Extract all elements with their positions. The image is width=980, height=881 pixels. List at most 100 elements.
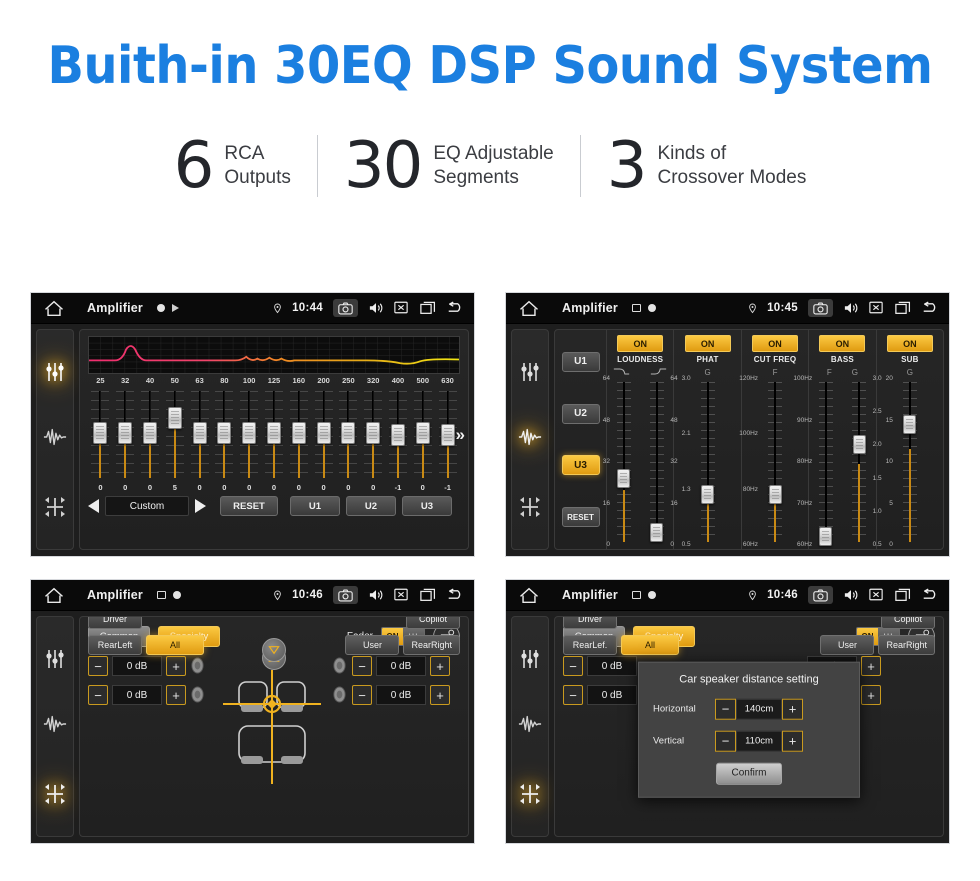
eq-band-slider[interactable]	[187, 387, 212, 482]
section-on-button[interactable]: ON	[684, 335, 731, 352]
eq-slider-bank[interactable]	[88, 387, 460, 482]
preset-all-button[interactable]: All	[146, 635, 204, 655]
plus-button[interactable]: +	[782, 730, 803, 752]
plus-button[interactable]: +	[430, 685, 450, 705]
balance-arrows-icon[interactable]	[43, 782, 67, 806]
eq-band-slider[interactable]	[286, 387, 311, 482]
plus-button[interactable]: +	[166, 685, 186, 705]
slider-knob[interactable]	[617, 468, 631, 488]
eq-band-slider[interactable]	[212, 387, 237, 482]
waveform-icon[interactable]	[43, 427, 67, 451]
preset-u1-button[interactable]: U1	[561, 351, 600, 372]
home-icon[interactable]	[518, 587, 540, 604]
balance-arrows-icon[interactable]	[43, 495, 67, 519]
triangle-left-icon[interactable]	[88, 499, 99, 513]
volume-icon[interactable]	[843, 301, 859, 315]
eq-slider-knob[interactable]	[118, 421, 133, 444]
eq-slider-knob[interactable]	[316, 421, 331, 444]
eq-slider-knob[interactable]	[142, 421, 157, 444]
eq-slider-knob[interactable]	[217, 421, 232, 444]
volume-icon[interactable]	[368, 301, 384, 315]
recent-apps-icon[interactable]	[895, 301, 911, 315]
chevron-double-right-icon[interactable]: »	[456, 426, 465, 443]
eq-band-slider[interactable]	[262, 387, 287, 482]
minus-button[interactable]: −	[88, 685, 108, 705]
reset-button[interactable]: RESET	[220, 496, 278, 516]
reset-button[interactable]: RESET	[561, 507, 600, 528]
eq-band-slider[interactable]	[361, 387, 386, 482]
close-icon[interactable]	[394, 301, 410, 315]
eq-slider-knob[interactable]	[93, 421, 108, 444]
volume-icon[interactable]	[843, 588, 859, 602]
eq-band-slider[interactable]	[386, 387, 411, 482]
slider-knob[interactable]	[819, 526, 833, 546]
eq-band-slider[interactable]	[410, 387, 435, 482]
eq-slider-knob[interactable]	[291, 421, 306, 444]
camera-icon[interactable]	[808, 299, 833, 317]
confirm-button[interactable]: Confirm	[716, 762, 782, 785]
balance-arrows-icon[interactable]	[518, 495, 542, 519]
close-icon[interactable]	[869, 301, 885, 315]
eq-slider-knob[interactable]	[390, 424, 405, 447]
balance-arrows-icon[interactable]	[518, 782, 542, 806]
preset-rearleft-button[interactable]: RearLeft	[88, 635, 142, 655]
eq-preset-name[interactable]: Custom	[105, 496, 189, 516]
preset-copilot-button[interactable]: Copilot	[406, 617, 460, 629]
back-icon[interactable]	[921, 588, 937, 602]
dsp-slider[interactable]: 100Hz 90Hz 80Hz 70Hz 60Hz	[793, 375, 840, 548]
car-seats-diagram[interactable]	[219, 668, 329, 786]
recent-apps-icon[interactable]	[895, 588, 911, 602]
preset-user-button[interactable]: User	[345, 635, 400, 655]
equalizer-sliders-icon[interactable]	[518, 647, 542, 671]
plus-button[interactable]: +	[430, 656, 450, 676]
eq-band-slider[interactable]	[88, 387, 113, 482]
slider-knob[interactable]	[852, 435, 866, 455]
preset-rearright-button[interactable]: RearRight	[403, 635, 460, 655]
eq-slider-knob[interactable]	[366, 421, 381, 444]
dsp-slider[interactable]: 64 48 32 16 0	[642, 375, 678, 548]
back-icon[interactable]	[446, 301, 462, 315]
minus-button[interactable]: −	[88, 656, 108, 676]
slider-knob[interactable]	[768, 485, 782, 505]
minus-button[interactable]: −	[352, 656, 372, 676]
slider-knob[interactable]	[650, 523, 664, 543]
equalizer-sliders-icon[interactable]	[43, 647, 67, 671]
volume-icon[interactable]	[368, 588, 384, 602]
slider-knob[interactable]	[701, 485, 715, 505]
eq-slider-knob[interactable]	[242, 421, 257, 444]
preset-u3-button[interactable]: U3	[402, 496, 452, 516]
dsp-slider[interactable]: 20 15 10 5 0	[886, 375, 928, 548]
close-icon[interactable]	[394, 588, 410, 602]
camera-icon[interactable]	[333, 586, 358, 604]
section-on-button[interactable]: ON	[617, 335, 664, 352]
camera-icon[interactable]	[808, 586, 833, 604]
home-icon[interactable]	[518, 300, 540, 317]
eq-slider-knob[interactable]	[192, 421, 207, 444]
eq-slider-knob[interactable]	[415, 421, 430, 444]
recent-apps-icon[interactable]	[420, 588, 436, 602]
eq-band-slider[interactable]	[138, 387, 163, 482]
eq-slider-knob[interactable]	[167, 407, 182, 430]
waveform-icon[interactable]	[518, 714, 542, 738]
eq-band-slider[interactable]	[162, 387, 187, 482]
slider-knob[interactable]	[903, 415, 917, 435]
section-on-button[interactable]: ON	[819, 335, 866, 352]
section-on-button[interactable]: ON	[886, 335, 933, 352]
section-on-button[interactable]: ON	[752, 335, 799, 352]
minus-button[interactable]: −	[352, 685, 372, 705]
preset-u2-button[interactable]: U2	[346, 496, 396, 516]
home-icon[interactable]	[43, 587, 65, 604]
equalizer-sliders-icon[interactable]	[518, 360, 542, 384]
back-icon[interactable]	[921, 301, 937, 315]
camera-icon[interactable]	[333, 299, 358, 317]
back-icon[interactable]	[446, 588, 462, 602]
eq-band-slider[interactable]	[336, 387, 361, 482]
minus-button[interactable]: −	[715, 698, 736, 720]
minus-button[interactable]: −	[715, 730, 736, 752]
preset-driver-button[interactable]: Driver	[88, 617, 142, 629]
eq-band-slider[interactable]	[113, 387, 138, 482]
recent-apps-icon[interactable]	[420, 301, 436, 315]
eq-band-slider[interactable]	[237, 387, 262, 482]
preset-u1-button[interactable]: U1	[290, 496, 340, 516]
dsp-slider[interactable]: 3.0 2.1 1.3 0.5	[682, 375, 726, 548]
